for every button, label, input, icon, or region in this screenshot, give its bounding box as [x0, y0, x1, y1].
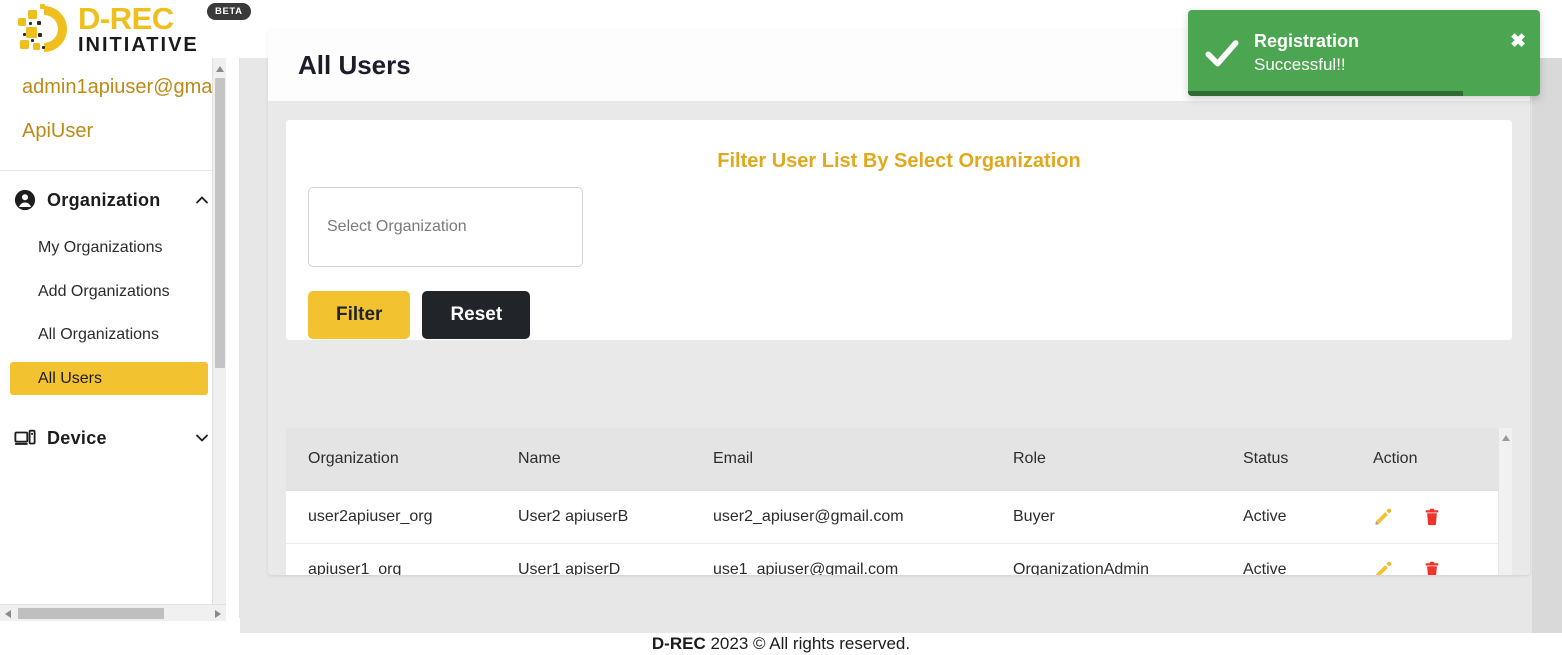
toast-notification: Registration Successful!! ✖ — [1188, 10, 1540, 96]
table-body: user2apiuser_org User2 apiuserB user2_ap… — [286, 490, 1501, 575]
column-header-email: Email — [691, 428, 991, 491]
brand-wordmark: D-REC INITIATIVE — [78, 3, 199, 55]
cell-role: Buyer — [991, 490, 1221, 544]
column-header-action: Action — [1351, 428, 1501, 491]
cell-role: OrganizationAdmin — [991, 543, 1221, 575]
chevron-down-icon[interactable] — [194, 430, 210, 446]
footer-text: D-REC 2023 © All rights reserved. — [652, 634, 910, 654]
footer-brand: D-REC — [651, 634, 706, 653]
select-organization-input[interactable]: Select Organization — [308, 187, 583, 267]
sidebar-user-block: admin1apiuser@gma ApiUser — [0, 58, 226, 142]
sidebar-item-all-organizations[interactable]: All Organizations — [10, 318, 208, 352]
brand-name-primary: D-REC — [78, 1, 174, 36]
column-header-role: Role — [991, 428, 1221, 491]
sidebar-item-my-organizations[interactable]: My Organizations — [10, 231, 208, 265]
cell-status: Active — [1221, 543, 1351, 575]
toast-progress-bar — [1188, 91, 1463, 96]
drec-logo-icon — [18, 4, 67, 52]
page-footer: D-REC 2023 © All rights reserved. — [0, 633, 1562, 655]
cell-action — [1351, 543, 1501, 575]
delete-trash-icon[interactable] — [1423, 507, 1441, 527]
cell-organization: user2apiuser_org — [286, 490, 496, 544]
device-icon — [14, 430, 36, 446]
table-scroll-up-arrow-icon[interactable] — [1502, 435, 1510, 441]
edit-pencil-icon[interactable] — [1373, 507, 1393, 527]
row-action-group — [1373, 507, 1501, 527]
sidebar-horizontal-scrollbar[interactable] — [0, 604, 226, 621]
toast-title: Registration — [1254, 31, 1360, 52]
sidebar-content: admin1apiuser@gma ApiUser Organization M… — [0, 58, 226, 618]
scroll-right-arrow-icon[interactable] — [215, 610, 221, 618]
user-circle-icon — [14, 189, 36, 211]
table-vertical-scrollbar[interactable] — [1498, 428, 1512, 575]
table-row: user2apiuser_org User2 apiuserB user2_ap… — [286, 490, 1501, 544]
table-header-row: Organization Name Email Role Status Acti… — [286, 428, 1501, 491]
all-users-card: All Users Filter User List By Select Org… — [268, 30, 1530, 575]
sidebar-hscroll-thumb[interactable] — [18, 608, 164, 619]
row-action-group — [1373, 560, 1501, 575]
footer-copyright: 2023 © All rights reserved. — [705, 634, 911, 653]
toast-message: Registration Successful!! — [1254, 29, 1359, 76]
page-title: All Users — [298, 50, 411, 80]
cell-name: User2 apiuserB — [496, 490, 691, 544]
check-icon — [1205, 40, 1239, 67]
brand-name-secondary: INITIATIVE — [78, 34, 199, 56]
sidebar-group-device[interactable]: Device — [0, 405, 226, 459]
filter-button[interactable]: Filter — [308, 291, 411, 339]
filter-heading: Filter User List By Select Organization — [717, 150, 1081, 172]
sidebar-group-organization[interactable]: Organization — [0, 171, 226, 221]
sidebar-user-email: admin1apiuser@gma — [22, 76, 213, 98]
chevron-up-icon[interactable] — [194, 192, 210, 208]
filter-button-row: Filter Reset — [308, 291, 1490, 339]
brand-logo-bar: D-REC INITIATIVE BETA — [0, 0, 251, 58]
cell-email: use1_apiuser@gmail.com — [691, 543, 991, 575]
table-head: Organization Name Email Role Status Acti… — [286, 428, 1501, 491]
sidebar-item-all-users[interactable]: All Users — [10, 361, 208, 396]
filter-panel: Filter User List By Select Organization … — [286, 120, 1512, 340]
column-header-name: Name — [496, 428, 691, 491]
sidebar: admin1apiuser@gma ApiUser Organization M… — [0, 58, 240, 618]
sidebar-scroll-thumb[interactable] — [215, 78, 225, 368]
sidebar-group-organization-label: Organization — [47, 189, 161, 210]
sidebar-user-name: ApiUser — [22, 120, 94, 142]
toast-subtitle: Successful!! — [1254, 54, 1346, 74]
app-root: D-REC INITIATIVE BETA admin1apiuser@gma … — [0, 0, 1562, 655]
column-header-organization: Organization — [286, 428, 496, 491]
table-row: apiuser1_org User1 apiserD use1_apiuser@… — [286, 543, 1501, 575]
users-table-container: Organization Name Email Role Status Acti… — [286, 428, 1512, 575]
sidebar-submenu-organization: My Organizations Add Organizations All O… — [0, 221, 226, 396]
delete-trash-icon[interactable] — [1423, 560, 1441, 575]
edit-pencil-icon[interactable] — [1373, 560, 1393, 575]
sidebar-group-device-label: Device — [47, 427, 107, 448]
cell-name: User1 apiserD — [496, 543, 691, 575]
cell-action — [1351, 490, 1501, 544]
reset-button[interactable]: Reset — [422, 291, 531, 339]
beta-badge: BETA — [207, 3, 251, 20]
toast-close-icon[interactable]: ✖ — [1510, 30, 1526, 53]
users-table: Organization Name Email Role Status Acti… — [286, 428, 1501, 575]
cell-email: user2_apiuser@gmail.com — [691, 490, 991, 544]
sidebar-item-add-organizations[interactable]: Add Organizations — [10, 275, 208, 309]
scroll-left-arrow-icon[interactable] — [5, 610, 11, 618]
main-canvas: All Users Filter User List By Select Org… — [240, 0, 1562, 655]
page-right-gutter — [1532, 58, 1562, 633]
cell-organization: apiuser1_org — [286, 543, 496, 575]
scroll-up-arrow-icon[interactable] — [216, 66, 224, 72]
cell-status: Active — [1221, 490, 1351, 544]
sidebar-vertical-scrollbar[interactable] — [212, 58, 226, 618]
column-header-status: Status — [1221, 428, 1351, 491]
